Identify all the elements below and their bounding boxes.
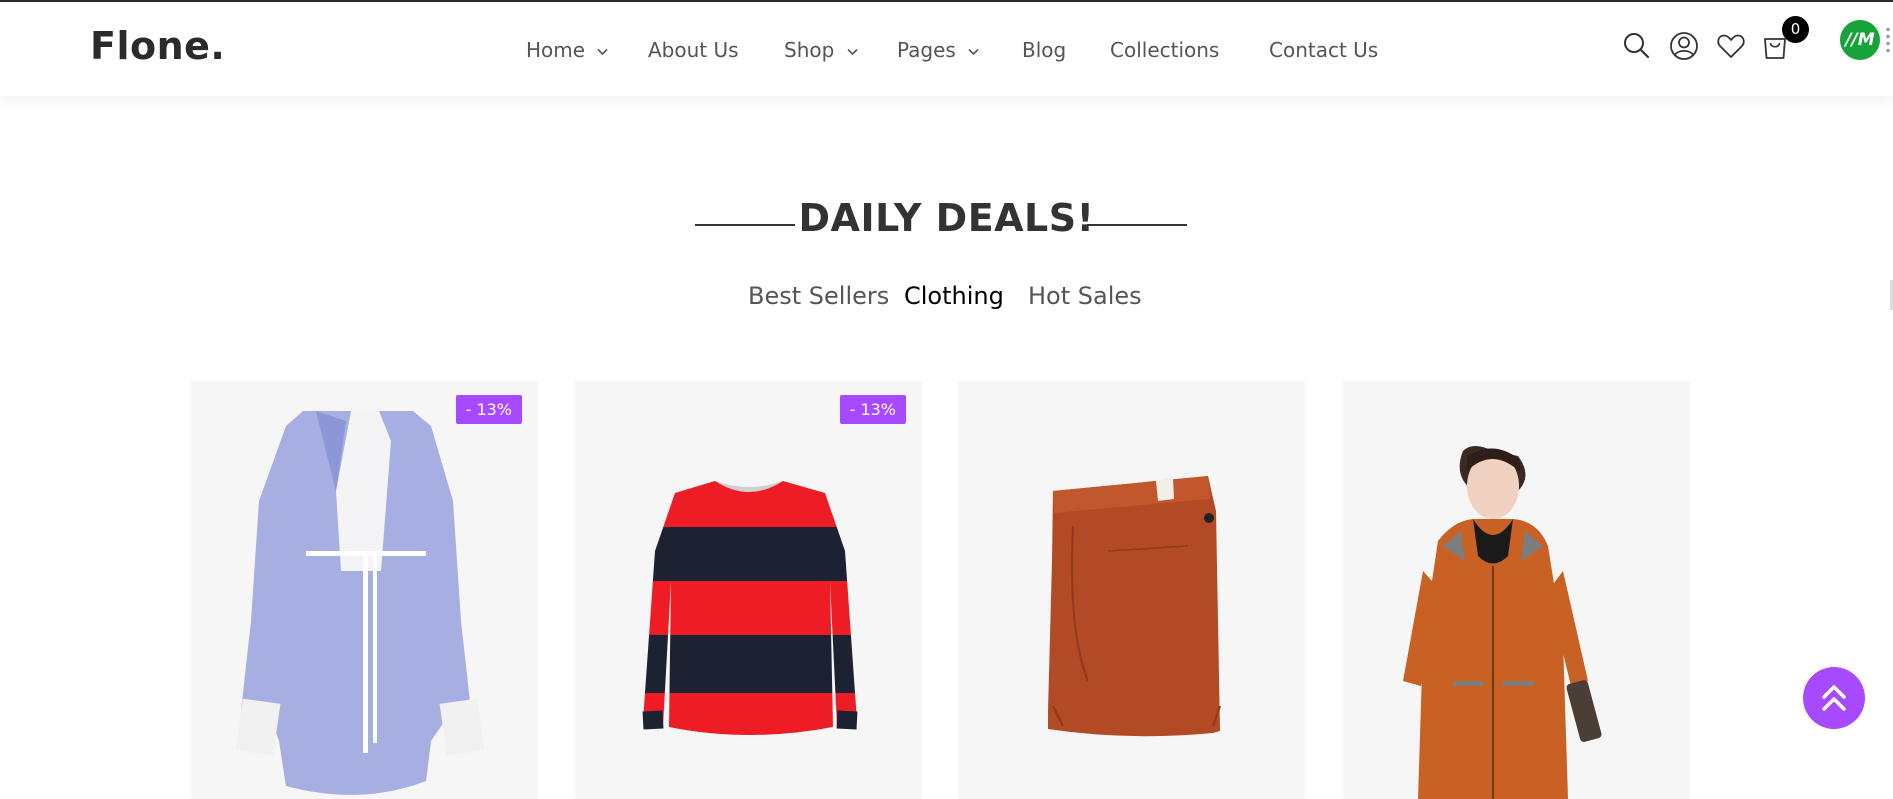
nav-collections[interactable]: Collections bbox=[1110, 38, 1219, 62]
site-logo[interactable]: Flone. bbox=[90, 24, 225, 68]
tab-clothing[interactable]: Clothing bbox=[904, 282, 1004, 310]
product-card[interactable]: - 13% bbox=[191, 381, 538, 799]
nav-pages-label: Pages bbox=[897, 38, 956, 62]
double-chevron-up-icon bbox=[1822, 685, 1846, 711]
product-card[interactable] bbox=[958, 381, 1305, 799]
product-image-orange-jacket[interactable] bbox=[1343, 381, 1690, 799]
scroll-to-top-button[interactable] bbox=[1803, 667, 1865, 729]
product-card[interactable] bbox=[1343, 381, 1690, 799]
search-icon[interactable] bbox=[1621, 30, 1653, 62]
site-header: Flone. Home About Us Shop Pages Blog Col… bbox=[0, 2, 1893, 96]
nav-shop[interactable]: Shop bbox=[784, 38, 858, 62]
cart-count-badge: 0 bbox=[1782, 16, 1809, 43]
nav-home[interactable]: Home bbox=[526, 38, 608, 62]
drag-handle-icon[interactable] bbox=[1884, 26, 1892, 54]
user-icon[interactable] bbox=[1668, 30, 1700, 62]
nav-blog[interactable]: Blog bbox=[1022, 38, 1066, 62]
title-divider-right bbox=[1087, 224, 1187, 226]
product-image-striped-sweater[interactable] bbox=[575, 381, 922, 799]
heart-icon[interactable] bbox=[1715, 30, 1747, 62]
chevron-down-icon bbox=[597, 48, 608, 55]
tab-hot-sales[interactable]: Hot Sales bbox=[1028, 282, 1142, 310]
nav-shop-label: Shop bbox=[784, 38, 835, 62]
tab-best-sellers[interactable]: Best Sellers bbox=[748, 282, 889, 310]
nav-about[interactable]: About Us bbox=[648, 38, 739, 62]
chevron-down-icon bbox=[968, 48, 979, 55]
extension-avatar[interactable]: //M bbox=[1840, 20, 1880, 60]
section-title: DAILY DEALS! bbox=[798, 196, 1095, 240]
nav-contact[interactable]: Contact Us bbox=[1269, 38, 1378, 62]
product-image-trousers[interactable] bbox=[958, 381, 1305, 799]
product-image-shirt-dress[interactable] bbox=[191, 381, 538, 799]
chevron-down-icon bbox=[847, 48, 858, 55]
discount-badge: - 13% bbox=[455, 395, 522, 424]
discount-badge: - 13% bbox=[839, 395, 906, 424]
product-card[interactable]: - 13% bbox=[575, 381, 922, 799]
nav-pages[interactable]: Pages bbox=[897, 38, 979, 62]
nav-home-label: Home bbox=[526, 38, 586, 62]
